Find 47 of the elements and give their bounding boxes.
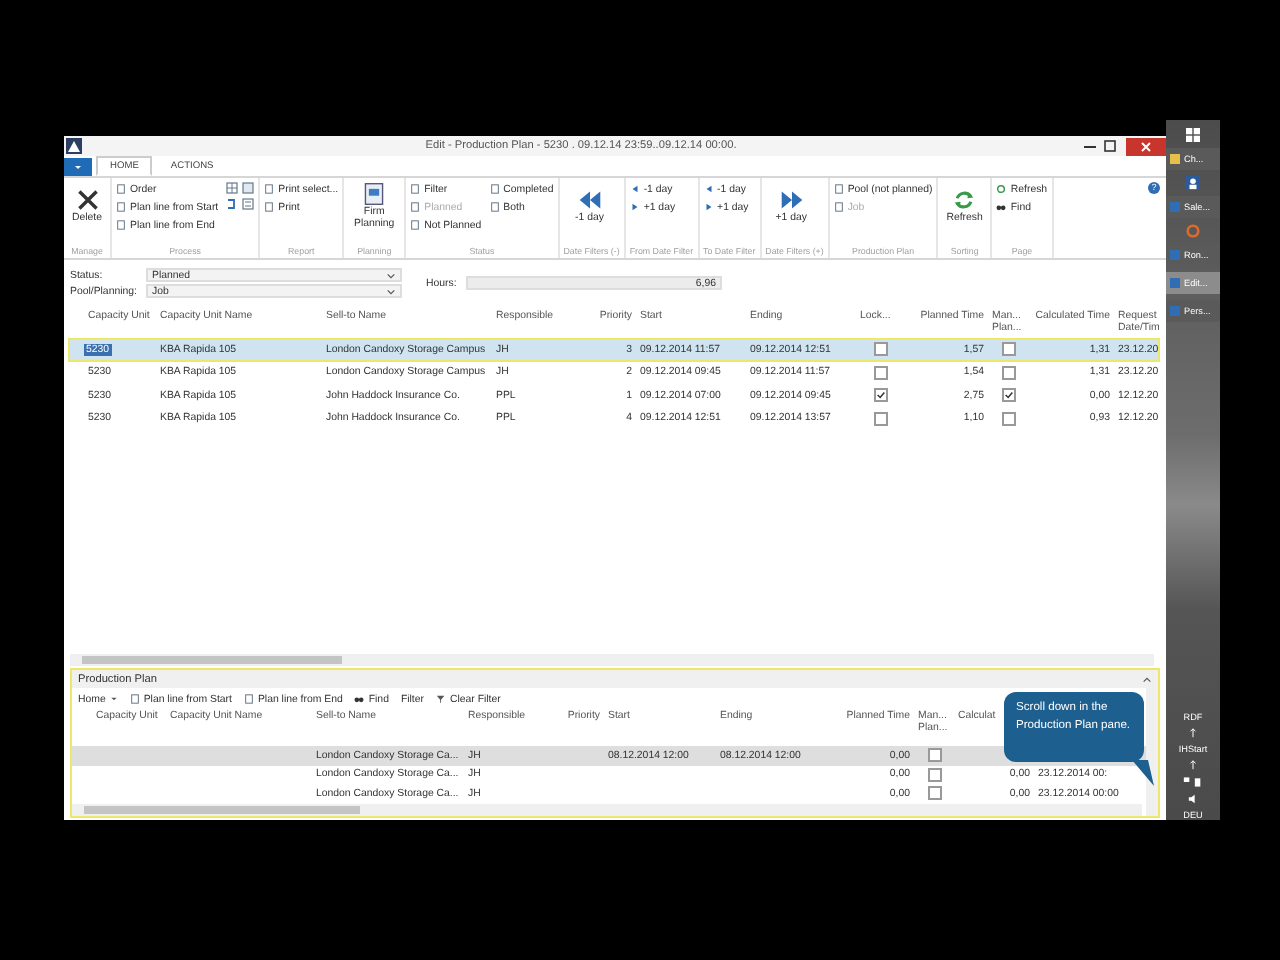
checkbox[interactable]	[927, 786, 941, 801]
app-icon	[1170, 278, 1180, 288]
checkbox[interactable]	[927, 767, 941, 782]
binoculars-icon	[354, 694, 365, 704]
vertical-scrollbar[interactable]	[1146, 688, 1158, 816]
collapse-icon[interactable]	[1142, 675, 1152, 683]
app-icon	[1170, 202, 1180, 212]
checkbox[interactable]	[1001, 388, 1015, 403]
horizontal-scrollbar[interactable]	[70, 654, 1154, 666]
checkbox[interactable]	[873, 365, 887, 380]
speaker-icon[interactable]	[1188, 794, 1198, 804]
table-icon[interactable]	[242, 182, 255, 194]
document-icon	[362, 182, 387, 207]
up-arrow-icon[interactable]	[1188, 728, 1198, 738]
checkbox[interactable]	[873, 388, 887, 403]
refresh-icon	[952, 188, 977, 213]
checkbox[interactable]	[1001, 342, 1015, 357]
list-icon[interactable]	[242, 198, 255, 210]
checkbox[interactable]	[927, 748, 941, 763]
left-arrow-icon	[703, 184, 714, 194]
refresh-icon	[996, 184, 1007, 194]
person-icon[interactable]	[1186, 176, 1200, 190]
checkbox[interactable]	[1001, 365, 1015, 380]
app-menu-button[interactable]	[64, 157, 92, 175]
checkbox[interactable]	[873, 411, 887, 426]
maximize-icon[interactable]	[1100, 138, 1120, 154]
delete-icon	[75, 188, 99, 213]
windows-logo-icon[interactable]	[1186, 128, 1200, 142]
filter-icon	[435, 694, 446, 704]
up-arrow-icon[interactable]	[1188, 760, 1198, 770]
document-icon	[129, 694, 140, 704]
left-arrow-icon	[629, 184, 640, 194]
app-icon	[1170, 250, 1180, 260]
double-left-arrow-icon	[577, 188, 602, 213]
checkbox[interactable]	[1001, 411, 1015, 426]
tooltip-pointer	[1132, 760, 1156, 788]
grid-icon[interactable]	[226, 182, 239, 194]
horizontal-scrollbar[interactable]	[72, 804, 1142, 816]
binoculars-icon	[996, 202, 1007, 212]
app-icon	[1170, 154, 1180, 164]
close-icon[interactable]	[1126, 137, 1166, 155]
checkbox[interactable]	[873, 342, 887, 357]
app-icon	[1170, 306, 1180, 316]
right-arrow-icon	[629, 202, 640, 212]
right-arrow-icon	[703, 202, 714, 212]
document-icon	[243, 694, 254, 704]
double-right-arrow-icon	[779, 188, 804, 213]
